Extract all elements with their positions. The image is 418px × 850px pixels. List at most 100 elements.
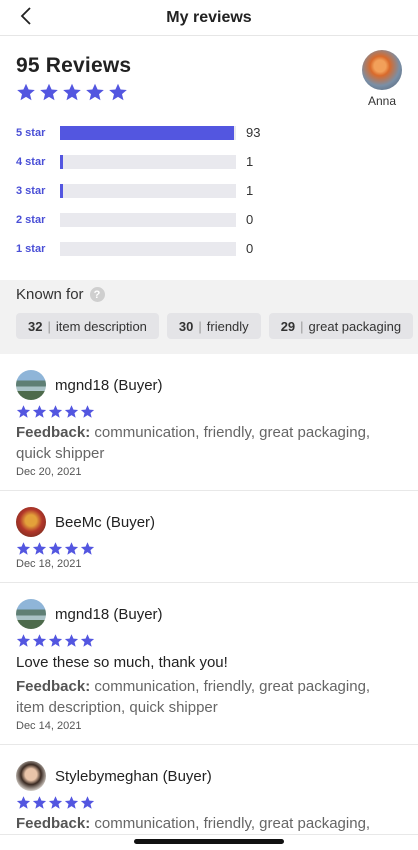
rating-bar-row: 4 star 1 <box>16 147 402 176</box>
star-icon <box>80 542 95 555</box>
star-icon <box>40 83 58 101</box>
review-stars <box>16 633 402 648</box>
bar-count: 0 <box>246 241 254 256</box>
chip-count: 32 <box>28 318 43 334</box>
bar-count: 1 <box>246 183 254 198</box>
feedback-label: Feedback: <box>16 678 91 695</box>
star-icon <box>16 405 31 418</box>
star-icon <box>80 796 95 809</box>
question-circle-icon[interactable]: ? <box>89 287 105 302</box>
review-feedback: Feedback: communication, friendly, great… <box>16 676 402 718</box>
review-stars <box>16 795 402 810</box>
star-icon <box>17 83 35 101</box>
review-date: Dec 18, 2021 <box>16 558 82 570</box>
bar-label: 2 star <box>16 213 46 226</box>
known-for-title: Known for <box>16 286 84 303</box>
star-icon <box>80 405 95 418</box>
known-for-header: Known for ? <box>16 286 418 303</box>
review-count: 95 Reviews <box>16 54 132 77</box>
reviewer-name[interactable]: mgnd18 (Buyer) <box>55 606 163 623</box>
avatar[interactable] <box>362 50 402 90</box>
rating-bar-row: 1 star 0 <box>16 234 402 263</box>
star-icon <box>32 634 47 647</box>
rating-bar-row: 5 star 93 <box>16 118 402 147</box>
rating-bar-row: 2 star 0 <box>16 205 402 234</box>
review-item: Stylebymeghan (Buyer) Feedback: communica… <box>0 745 418 835</box>
reviews-list: mgnd18 (Buyer) Feedback: communication, f… <box>0 354 418 835</box>
chip-separator: | <box>47 318 51 334</box>
chip-label: item description <box>55 318 147 334</box>
known-for-chip[interactable]: 32 | item description <box>16 313 159 339</box>
reviewer-avatar[interactable] <box>16 599 46 629</box>
star-icon <box>16 796 31 809</box>
bar-label: 3 star <box>16 184 46 197</box>
bar-track <box>60 183 236 198</box>
known-for-chips: 32 | item description 30 | friendly 29 | great p… <box>16 313 418 339</box>
feedback-label: Feedback: <box>16 424 91 441</box>
bar-label: 5 star <box>16 126 46 139</box>
star-icon <box>64 634 79 647</box>
star-icon <box>86 83 104 101</box>
user-profile[interactable]: Anna <box>360 50 404 108</box>
reviewer-name[interactable]: BeeMc (Buyer) <box>55 514 155 531</box>
rating-breakdown: 5 star 93 4 star 1 3 star 1 2 star 0 1 star 0 <box>16 118 402 263</box>
review-item: mgnd18 (Buyer) Love these so much, thank … <box>0 583 418 745</box>
review-item: BeeMc (Buyer) Dec 18, 2021 <box>0 491 418 583</box>
star-icon <box>109 83 127 101</box>
chip-separator: | <box>198 318 202 334</box>
bar-track <box>60 125 236 140</box>
star-icon <box>64 542 79 555</box>
rating-bar-row: 3 star 1 <box>16 176 402 205</box>
reviewer-avatar[interactable] <box>16 507 46 537</box>
bar-count: 0 <box>246 212 254 227</box>
reviewer-avatar[interactable] <box>16 370 46 400</box>
review-text: Love these so much, thank you! <box>16 654 228 671</box>
reviewer-name[interactable]: mgnd18 (Buyer) <box>55 377 163 394</box>
reviewer-name[interactable]: Stylebymeghan (Buyer) <box>55 768 212 785</box>
known-for-chip[interactable]: 30 | friendly <box>166 313 261 339</box>
chip-label: great packaging <box>308 318 402 334</box>
review-header: Stylebymeghan (Buyer) <box>16 761 402 791</box>
feedback-label: Feedback: <box>16 815 91 832</box>
ratings-summary: 95 Reviews Anna 5 star 93 4 star 1 3 star 1 2 … <box>0 36 418 280</box>
star-icon <box>64 796 79 809</box>
bar-track <box>60 241 236 256</box>
user-name: Anna <box>367 94 397 108</box>
review-date: Dec 20, 2021 <box>16 466 82 478</box>
chip-separator: | <box>300 318 304 334</box>
bar-track <box>60 212 236 227</box>
top-nav-bar: My reviews <box>0 0 418 36</box>
chevron-left-icon <box>20 7 31 25</box>
star-icon <box>32 405 47 418</box>
star-icon <box>80 634 95 647</box>
review-header: mgnd18 (Buyer) <box>16 370 402 400</box>
bar-label: 4 star <box>16 155 46 168</box>
bar-label: 1 star <box>16 242 46 255</box>
bar-count: 93 <box>246 125 261 140</box>
bar-fill <box>60 125 235 140</box>
known-for-section: Known for ? 32 | item description 30 | friend… <box>0 280 418 354</box>
review-date: Dec 14, 2021 <box>16 720 82 732</box>
star-icon <box>63 83 81 101</box>
review-stars <box>16 404 402 419</box>
star-icon <box>32 796 47 809</box>
review-item: mgnd18 (Buyer) Feedback: communication, f… <box>0 354 418 491</box>
review-feedback: Feedback: communication, friendly, great… <box>16 813 402 834</box>
star-icon <box>64 405 79 418</box>
feedback-tags: communication, friendly, great packaging… <box>94 815 371 832</box>
bar-count: 1 <box>246 154 254 169</box>
star-icon <box>48 634 63 647</box>
reviewer-avatar[interactable] <box>16 761 46 791</box>
bar-track <box>60 154 236 169</box>
known-for-chip[interactable]: 29 | great packaging <box>268 313 414 339</box>
star-icon <box>32 542 47 555</box>
star-icon <box>16 634 31 647</box>
overall-stars <box>16 82 402 102</box>
star-icon <box>48 796 63 809</box>
back-button[interactable] <box>14 4 38 28</box>
bar-fill <box>60 183 63 198</box>
star-icon <box>48 542 63 555</box>
bar-fill <box>60 154 63 169</box>
star-icon <box>16 542 31 555</box>
review-header: mgnd18 (Buyer) <box>16 599 402 629</box>
